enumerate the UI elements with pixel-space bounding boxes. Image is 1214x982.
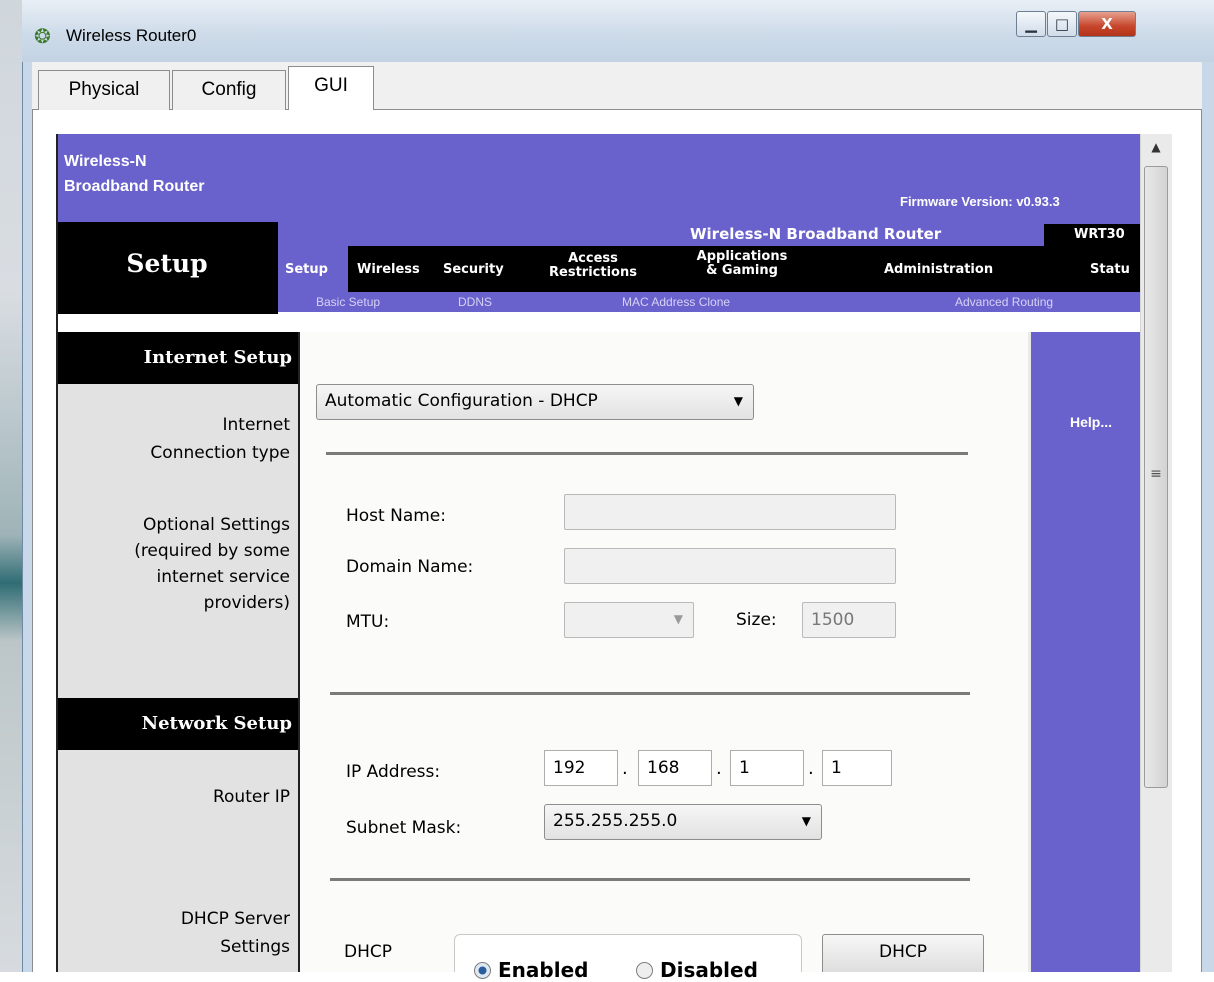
- connection-type-label-line2: Connection type: [150, 443, 290, 463]
- subnav-mac-clone[interactable]: MAC Address Clone: [622, 295, 730, 309]
- dhcp-button[interactable]: DHCP: [822, 934, 984, 972]
- ip-octet-1[interactable]: 192: [544, 750, 618, 786]
- optional-settings-label-line3: internet service: [156, 567, 290, 587]
- divider: [326, 452, 968, 455]
- dhcp-disabled-radio[interactable]: [636, 962, 653, 979]
- connection-type-select[interactable]: Automatic Configuration - DHCP ▼: [316, 384, 754, 420]
- host-name-input[interactable]: [564, 494, 896, 530]
- minimize-button[interactable]: ▁: [1016, 11, 1046, 37]
- optional-settings-label-line1: Optional Settings: [142, 515, 290, 535]
- host-name-label: Host Name:: [346, 506, 446, 526]
- maximize-button[interactable]: □: [1047, 11, 1077, 37]
- mtu-label: MTU:: [346, 612, 390, 632]
- network-setup-heading: Network Setup: [56, 698, 298, 750]
- nav-apps-line1: Applications: [696, 249, 788, 264]
- dhcp-enabled-radio[interactable]: [474, 962, 491, 979]
- nav-administration[interactable]: Administration: [884, 263, 993, 277]
- chevron-down-icon: ▼: [801, 814, 811, 828]
- brand-name: Wireless-N: [64, 153, 147, 170]
- dhcp-server-label-line2: Settings: [220, 937, 290, 957]
- chevron-down-icon: ▼: [733, 394, 743, 408]
- nav-setup[interactable]: Setup: [285, 263, 328, 277]
- ip-address-label: IP Address:: [346, 762, 441, 782]
- dhcp-enabled-label[interactable]: Enabled: [498, 958, 588, 982]
- size-label: Size:: [736, 610, 777, 630]
- subnav-advanced-routing[interactable]: Advanced Routing: [955, 295, 1053, 309]
- connection-type-value: Automatic Configuration - DHCP: [325, 391, 598, 411]
- size-input[interactable]: 1500: [802, 602, 896, 638]
- ip-dot: .: [808, 758, 814, 779]
- ip-dot: .: [716, 758, 722, 779]
- nav-apps-line2: & Gaming: [706, 263, 778, 278]
- tab-config[interactable]: Config: [172, 70, 286, 110]
- subnet-mask-value: 255.255.255.0: [553, 811, 678, 831]
- nav-access-line2: Restrictions: [549, 265, 637, 280]
- arrow-up-icon[interactable]: ▲: [1140, 134, 1172, 160]
- ip-dot: .: [622, 758, 628, 779]
- nav-status[interactable]: Statu: [1090, 263, 1130, 277]
- nav-wireless[interactable]: Wireless: [357, 263, 420, 277]
- subnet-mask-select[interactable]: 255.255.255.0 ▼: [544, 804, 822, 840]
- chevron-down-icon: ▼: [673, 612, 683, 626]
- dhcp-server-label-line1: DHCP Server: [180, 909, 290, 929]
- domain-name-input[interactable]: [564, 548, 896, 584]
- desktop-background: [0, 0, 22, 972]
- nav-access-restrictions[interactable]: Access Restrictions: [548, 252, 638, 280]
- dhcp-disabled-label[interactable]: Disabled: [660, 958, 758, 982]
- tab-gui[interactable]: GUI: [288, 66, 374, 111]
- dhcp-label: DHCP: [344, 942, 392, 962]
- domain-name-label: Domain Name:: [346, 557, 474, 577]
- section-title: Setup: [126, 249, 208, 278]
- firmware-version: Firmware Version: v0.93.3: [900, 194, 1060, 209]
- nav-security[interactable]: Security: [443, 263, 504, 277]
- router-icon: ❂: [34, 24, 51, 48]
- brand-subtitle: Broadband Router: [64, 178, 205, 195]
- connection-type-label-line1: Internet: [222, 415, 290, 435]
- grip-icon: ≡: [1150, 466, 1162, 482]
- router-ip-label: Router IP: [212, 787, 290, 807]
- model-name: WRT30: [1044, 224, 1140, 246]
- help-link[interactable]: Help...: [1070, 414, 1112, 430]
- close-button[interactable]: X: [1078, 11, 1136, 37]
- subnav-basic-setup[interactable]: Basic Setup: [316, 295, 380, 309]
- product-name: Wireless-N Broadband Router: [690, 225, 942, 243]
- ip-octet-3[interactable]: 1: [730, 750, 804, 786]
- ip-octet-4[interactable]: 1: [822, 750, 892, 786]
- optional-settings-label-line4: providers): [203, 593, 290, 613]
- subnav-ddns[interactable]: DDNS: [458, 295, 492, 309]
- header-spacer: [56, 314, 1140, 332]
- mtu-select[interactable]: ▼: [564, 602, 694, 638]
- divider: [330, 878, 970, 881]
- divider: [330, 692, 970, 695]
- subnet-mask-label: Subnet Mask:: [346, 818, 462, 838]
- tab-physical[interactable]: Physical: [38, 70, 170, 110]
- nav-applications-gaming[interactable]: Applications & Gaming: [692, 250, 792, 278]
- window-title: Wireless Router0: [66, 26, 197, 45]
- ip-octet-2[interactable]: 168: [638, 750, 712, 786]
- optional-settings-label-line2: (required by some: [134, 541, 290, 561]
- nav-access-line1: Access: [568, 251, 618, 266]
- internet-setup-heading: Internet Setup: [56, 332, 298, 384]
- form-panel: [298, 332, 1028, 972]
